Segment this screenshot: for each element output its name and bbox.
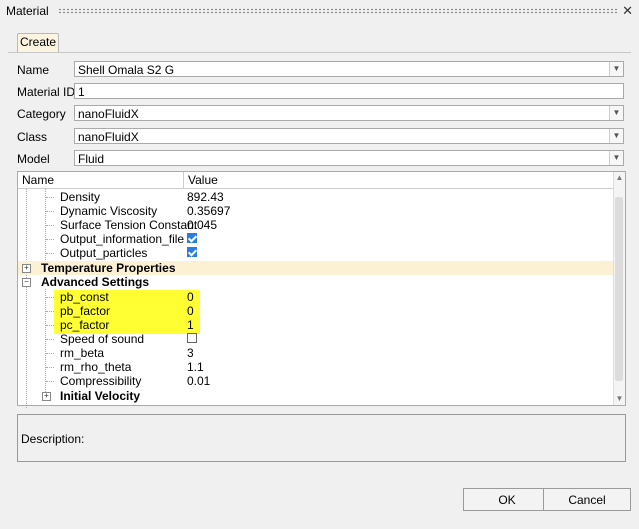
cancel-button[interactable]: Cancel	[543, 488, 631, 511]
row-label-output-information-file: Output_information_file	[60, 232, 185, 246]
row-label-pb-factor: pb_factor	[60, 304, 111, 318]
description-box: Description:	[17, 414, 626, 462]
scroll-thumb[interactable]	[615, 197, 623, 381]
tree-row[interactable]: Output_information_file	[18, 232, 613, 246]
expand-plus-icon[interactable]: +	[22, 264, 31, 273]
tree-line	[46, 211, 54, 212]
material-id-field[interactable]: 1	[74, 83, 624, 99]
tree-group-row[interactable]: − Advanced Settings	[18, 275, 613, 289]
tree-line	[46, 367, 54, 368]
tree-line	[46, 225, 54, 226]
row-value-surface-tension[interactable]: 0.045	[187, 218, 217, 232]
ok-button[interactable]: OK	[463, 488, 551, 511]
row-label-surface-tension: Surface Tension Constant	[60, 218, 198, 232]
category-field[interactable]: nanoFluidX ▼	[74, 105, 624, 121]
tree-line	[46, 339, 54, 340]
tree-row[interactable]: rm_rho_theta 1.1	[18, 360, 613, 374]
description-label: Description:	[21, 432, 85, 446]
name-field[interactable]: Shell Omala S2 G ▼	[74, 61, 624, 77]
name-value: Shell Omala S2 G	[78, 63, 175, 77]
row-value-pb-factor[interactable]: 0	[187, 304, 194, 318]
row-label-rm-beta: rm_beta	[60, 346, 105, 360]
window-title: Material	[6, 4, 49, 18]
tree-line	[46, 325, 54, 326]
tree-line	[46, 239, 54, 240]
row-label-rm-rho-theta: rm_rho_theta	[60, 360, 132, 374]
chevron-down-icon[interactable]: ▼	[609, 62, 623, 76]
tree-row[interactable]: pb_const 0	[18, 290, 613, 304]
chevron-down-icon[interactable]: ▼	[609, 106, 623, 120]
row-label-output-particles: Output_particles	[60, 246, 148, 260]
tree-line	[46, 197, 54, 198]
group-label-temperature-properties: Temperature Properties	[41, 261, 176, 275]
class-label: Class	[17, 130, 48, 144]
name-label: Name	[17, 63, 50, 77]
class-field[interactable]: nanoFluidX ▼	[74, 128, 624, 144]
tree-header: Name Value	[18, 172, 614, 189]
collapse-minus-icon[interactable]: −	[22, 278, 31, 287]
title-bar[interactable]: Material ✕	[0, 0, 639, 22]
tree-line	[46, 297, 54, 298]
tree-line	[46, 253, 54, 254]
model-label: Model	[17, 152, 50, 166]
row-value-rm-beta[interactable]: 3	[187, 346, 194, 360]
row-value-compressibility[interactable]: 0.01	[187, 374, 210, 388]
tree-row[interactable]: pb_factor 0	[18, 304, 613, 318]
class-value: nanoFluidX	[78, 130, 139, 144]
model-field[interactable]: Fluid ▼	[74, 150, 624, 166]
close-icon[interactable]: ✕	[622, 3, 633, 19]
row-label-pc-factor: pc_factor	[60, 318, 110, 332]
row-value-pc-factor[interactable]: 1	[187, 318, 194, 332]
property-tree[interactable]: Name Value Density 892.43 Dynamic Viscos…	[17, 171, 626, 408]
group-label-initial-velocity: Initial Velocity	[60, 389, 141, 403]
row-label-speed-of-sound: Speed of sound	[60, 332, 145, 346]
tree-row[interactable]: Surface Tension Constant 0.045	[18, 218, 613, 232]
row-label-dynamic-viscosity: Dynamic Viscosity	[60, 204, 158, 218]
tree-row[interactable]: Speed of sound	[18, 332, 613, 346]
tree-row[interactable]: Dynamic Viscosity 0.35697	[18, 204, 613, 218]
scroll-down-icon[interactable]: ▼	[614, 393, 625, 405]
output-information-file-checkbox[interactable]	[187, 233, 197, 243]
speed-of-sound-checkbox[interactable]	[187, 333, 197, 343]
row-label-compressibility: Compressibility	[60, 374, 142, 388]
tree-line	[46, 311, 54, 312]
row-value-pb-const[interactable]: 0	[187, 290, 194, 304]
group-label-advanced-settings: Advanced Settings	[41, 275, 150, 289]
tree-row[interactable]: pc_factor 1	[18, 318, 613, 332]
scroll-up-icon[interactable]: ▲	[614, 172, 625, 184]
category-value: nanoFluidX	[78, 107, 139, 121]
column-header-value[interactable]: Value	[188, 173, 218, 187]
chevron-down-icon[interactable]: ▼	[609, 151, 623, 165]
tree-line	[46, 353, 54, 354]
row-value-density[interactable]: 892.43	[187, 190, 224, 204]
material-id-value: 1	[78, 85, 85, 99]
category-label: Category	[17, 107, 66, 121]
row-label-density: Density	[60, 190, 101, 204]
tree-group-row[interactable]: + Temperature Properties	[18, 261, 613, 275]
column-separator[interactable]	[183, 172, 184, 188]
tree-row[interactable]: rm_beta 3	[18, 346, 613, 360]
tree-row[interactable]: Output_particles	[18, 246, 613, 260]
chevron-down-icon[interactable]: ▼	[609, 129, 623, 143]
tree-line	[46, 381, 54, 382]
row-value-rm-rho-theta[interactable]: 1.1	[187, 360, 204, 374]
tab-divider	[8, 52, 631, 53]
expand-plus-icon[interactable]: +	[42, 392, 51, 401]
row-label-pb-const: pb_const	[60, 290, 109, 304]
title-grip[interactable]	[58, 8, 617, 14]
row-value-dynamic-viscosity[interactable]: 0.35697	[187, 204, 230, 218]
tree-row[interactable]: Compressibility 0.01	[18, 374, 613, 388]
tree-row[interactable]: Density 892.43	[18, 190, 613, 204]
column-header-name[interactable]: Name	[22, 173, 54, 187]
tree-scrollbar[interactable]: ▲ ▼	[613, 172, 625, 405]
output-particles-checkbox[interactable]	[187, 247, 197, 257]
material-id-label: Material ID	[17, 85, 76, 99]
model-value: Fluid	[78, 152, 105, 166]
tab-create[interactable]: Create	[17, 33, 59, 52]
tree-group-row[interactable]: + Initial Velocity	[18, 389, 613, 403]
